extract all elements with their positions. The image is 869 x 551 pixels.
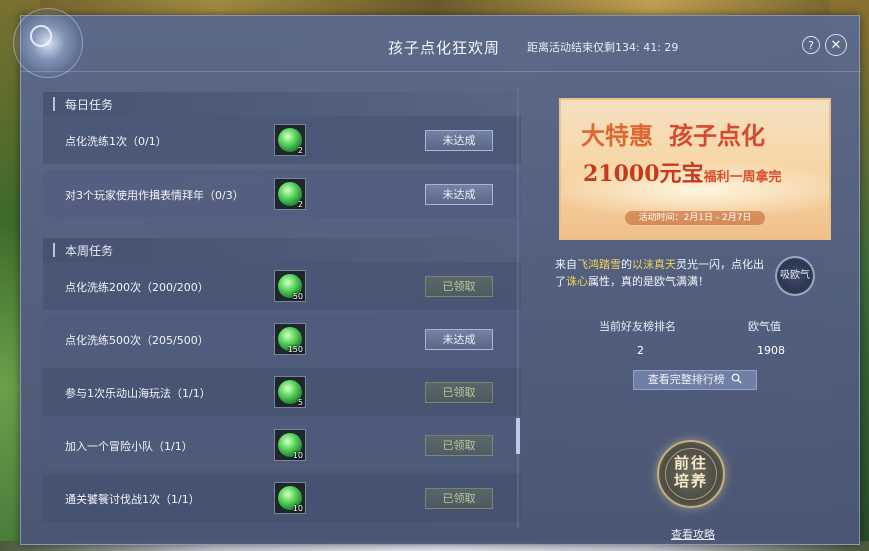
reward-count: 2 [297, 146, 303, 155]
right-panel: 大特惠 孩子点化 21000元宝福利一周拿完 活动时间：2月1日 - 2月7日 来… [549, 88, 849, 541]
status-button[interactable]: 未达成 [425, 184, 493, 205]
reward-count: 150 [287, 345, 303, 354]
weekly-section-header: 本周任务 [43, 238, 521, 262]
task-name: 点化洗练500次（205/500） [65, 334, 209, 347]
window-title: 孩子点化狂欢周 [388, 39, 501, 57]
game-background-top [0, 0, 869, 16]
absorb-luck-button[interactable]: 吸欧气 [775, 256, 815, 296]
reward-count: 2 [297, 200, 303, 209]
reward-item[interactable]: 2 [274, 124, 306, 156]
banner-amount-line: 21000元宝福利一周拿完 [583, 156, 782, 188]
go-cultivate-label: 前往培养 [673, 454, 708, 490]
banner-title: 孩子点化 [669, 121, 765, 150]
emblem-icon [13, 8, 83, 78]
banner-headline: 大特惠 孩子点化 [581, 116, 765, 151]
status-button[interactable]: 已领取 [425, 276, 493, 297]
reward-count: 50 [292, 292, 303, 301]
task-row: 点化洗练200次（200/200） 50 已领取 [43, 262, 521, 310]
reward-item[interactable]: 2 [274, 178, 306, 210]
task-row: 通关饕餮讨伐战1次（1/1） 10 已领取 [43, 474, 521, 522]
task-name: 通关饕餮讨伐战1次（1/1） [65, 493, 200, 506]
reward-item[interactable]: 150 [274, 323, 306, 355]
help-icon[interactable]: ? [802, 36, 820, 54]
status-button[interactable]: 已领取 [425, 435, 493, 456]
scrollbar-thumb[interactable] [516, 418, 520, 454]
search-icon [731, 373, 742, 384]
task-name: 加入一个冒险小队（1/1） [65, 440, 193, 453]
attribute-name: 诛心 [566, 275, 588, 288]
status-button[interactable]: 已领取 [425, 382, 493, 403]
close-icon[interactable]: ✕ [825, 34, 847, 56]
daily-section-header: 每日任务 [43, 92, 521, 116]
rank-value: 2 [637, 344, 644, 357]
status-button[interactable]: 已领取 [425, 488, 493, 509]
broadcast-message: 来自飞鸿踏雪的以沫真天灵光一闪，点化出了诛心属性，真的是欧气满满！ [555, 258, 764, 288]
luck-label: 欧气值 [748, 320, 781, 333]
reward-item[interactable]: 10 [274, 429, 306, 461]
rank-label: 当前好友榜排名 [599, 320, 676, 333]
reward-count: 5 [297, 398, 303, 407]
view-full-rank-button[interactable]: 查看完整排行榜 [633, 370, 757, 390]
view-guide-link[interactable]: 查看攻略 [671, 526, 715, 542]
event-window: 孩子点化狂欢周 距离活动结束仅剩134: 41: 29 ? ✕ 每日任务 点化洗… [13, 8, 861, 545]
luck-value: 1908 [757, 344, 785, 357]
task-row: 点化洗练1次（0/1） 2 未达成 [43, 116, 521, 164]
server-name[interactable]: 飞鸿踏雪 [577, 258, 621, 271]
task-row: 点化洗练500次（205/500） 150 未达成 [43, 315, 521, 363]
daily-section-title: 每日任务 [65, 98, 114, 112]
task-row: 对3个玩家使用作揖表情拜年（0/3） 2 未达成 [43, 170, 521, 218]
task-name: 点化洗练1次（0/1） [65, 135, 167, 148]
task-name: 对3个玩家使用作揖表情拜年（0/3） [65, 189, 244, 202]
task-row: 加入一个冒险小队（1/1） 10 已领取 [43, 421, 521, 469]
banner-amount: 21000元宝 [583, 161, 704, 187]
scrollbar-track[interactable] [517, 88, 519, 528]
player-name[interactable]: 以沫真天 [632, 258, 676, 271]
status-button[interactable]: 未达成 [425, 130, 493, 151]
reward-item[interactable]: 5 [274, 376, 306, 408]
status-button[interactable]: 未达成 [425, 329, 493, 350]
banner-tag: 大特惠 [581, 121, 653, 150]
task-list[interactable]: 每日任务 点化洗练1次（0/1） 2 未达成 对3个玩家使用作揖表情拜年（0/3… [43, 88, 521, 528]
reward-item[interactable]: 50 [274, 270, 306, 302]
banner-date: 活动时间：2月1日 - 2月7日 [561, 210, 829, 225]
task-name: 参与1次乐动山海玩法（1/1） [65, 387, 211, 400]
title-bar: 孩子点化狂欢周 距离活动结束仅剩134: 41: 29 ? ✕ [13, 8, 861, 78]
countdown-timer: 距离活动结束仅剩134: 41: 29 [527, 41, 679, 54]
weekly-section-title: 本周任务 [65, 244, 114, 258]
reward-item[interactable]: 10 [274, 482, 306, 514]
banner-subline: 福利一周拿完 [703, 170, 782, 185]
go-cultivate-button[interactable]: 前往培养 [657, 440, 725, 508]
promo-banner: 大特惠 孩子点化 21000元宝福利一周拿完 活动时间：2月1日 - 2月7日 [559, 98, 831, 240]
reward-count: 10 [292, 451, 303, 460]
task-name: 点化洗练200次（200/200） [65, 281, 209, 294]
reward-count: 10 [292, 504, 303, 513]
task-row: 参与1次乐动山海玩法（1/1） 5 已领取 [43, 368, 521, 416]
